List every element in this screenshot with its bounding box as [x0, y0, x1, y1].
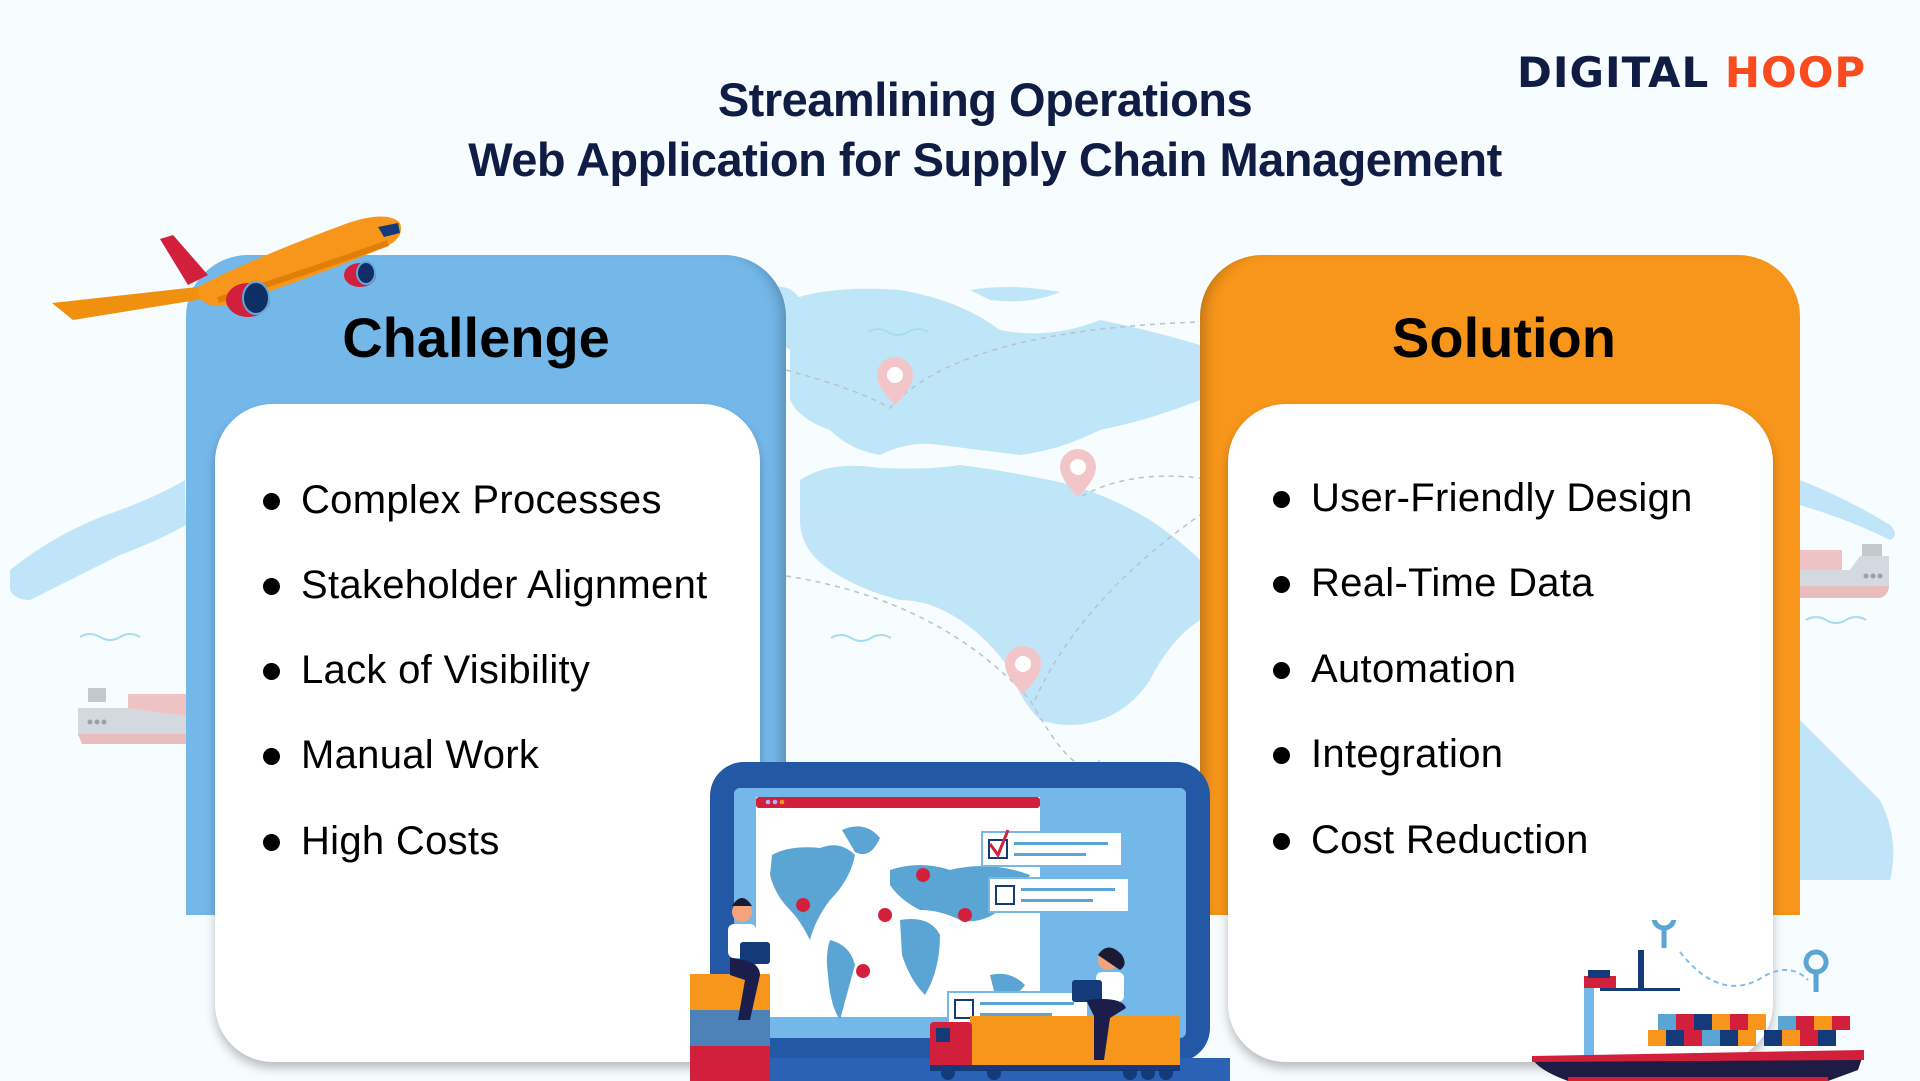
list-item-label: Integration [1311, 732, 1504, 776]
checklist-card [988, 877, 1130, 913]
logo-text-digital: DIGITAL [1517, 48, 1710, 97]
map-pin-icon [1060, 449, 1096, 497]
map-pin-icon [1005, 646, 1041, 694]
checklist-card [981, 829, 1123, 867]
list-item-label: Complex Processes [301, 478, 662, 522]
list-item-label: Stakeholder Alignment [301, 563, 708, 607]
bullet-icon [1273, 662, 1290, 679]
list-item: High Costs [263, 819, 500, 864]
bullet-icon [1273, 576, 1290, 593]
list-item-label: Cost Reduction [1311, 818, 1589, 862]
solution-title: Solution [1392, 306, 1616, 369]
airplane-icon [52, 216, 402, 320]
list-item-label: User-Friendly Design [1311, 476, 1693, 520]
list-item-label: High Costs [301, 819, 500, 863]
logo-text-hoop: HOOP [1724, 48, 1867, 97]
cargo-ship-icon [1532, 920, 1864, 1081]
bullet-icon [263, 578, 280, 595]
list-item: Stakeholder Alignment [263, 563, 708, 608]
cargo-ship-icon [78, 688, 188, 744]
map-pin-icon [877, 357, 913, 405]
map-pin-icon [1803, 949, 1829, 993]
list-item: Real-Time Data [1273, 561, 1594, 606]
brand-logo: DIGITAL HOOP [1517, 48, 1866, 97]
page-title-line2: Web Application for Supply Chain Managem… [468, 133, 1502, 186]
bullet-icon [1273, 491, 1290, 508]
list-item-label: Lack of Visibility [301, 648, 591, 692]
cargo-ship-icon [1800, 544, 1889, 598]
laptop-world-map-illustration [690, 762, 1230, 1081]
list-item: Lack of Visibility [263, 648, 591, 693]
bullet-icon [263, 493, 280, 510]
list-item-label: Manual Work [301, 733, 540, 777]
list-item-label: Real-Time Data [1311, 561, 1594, 605]
map-pin-icon [1651, 920, 1677, 949]
list-item-label: Automation [1311, 647, 1517, 691]
list-item: Complex Processes [263, 478, 662, 523]
bullet-icon [263, 663, 280, 680]
list-item: Manual Work [263, 733, 540, 778]
list-item: Cost Reduction [1273, 818, 1589, 863]
challenge-list-panel: Complex Processes Stakeholder Alignment … [215, 404, 760, 1062]
bullet-icon [263, 748, 280, 765]
list-item: Integration [1273, 732, 1504, 777]
list-item: Automation [1273, 647, 1517, 692]
list-item: User-Friendly Design [1273, 476, 1693, 521]
bullet-icon [263, 834, 280, 851]
